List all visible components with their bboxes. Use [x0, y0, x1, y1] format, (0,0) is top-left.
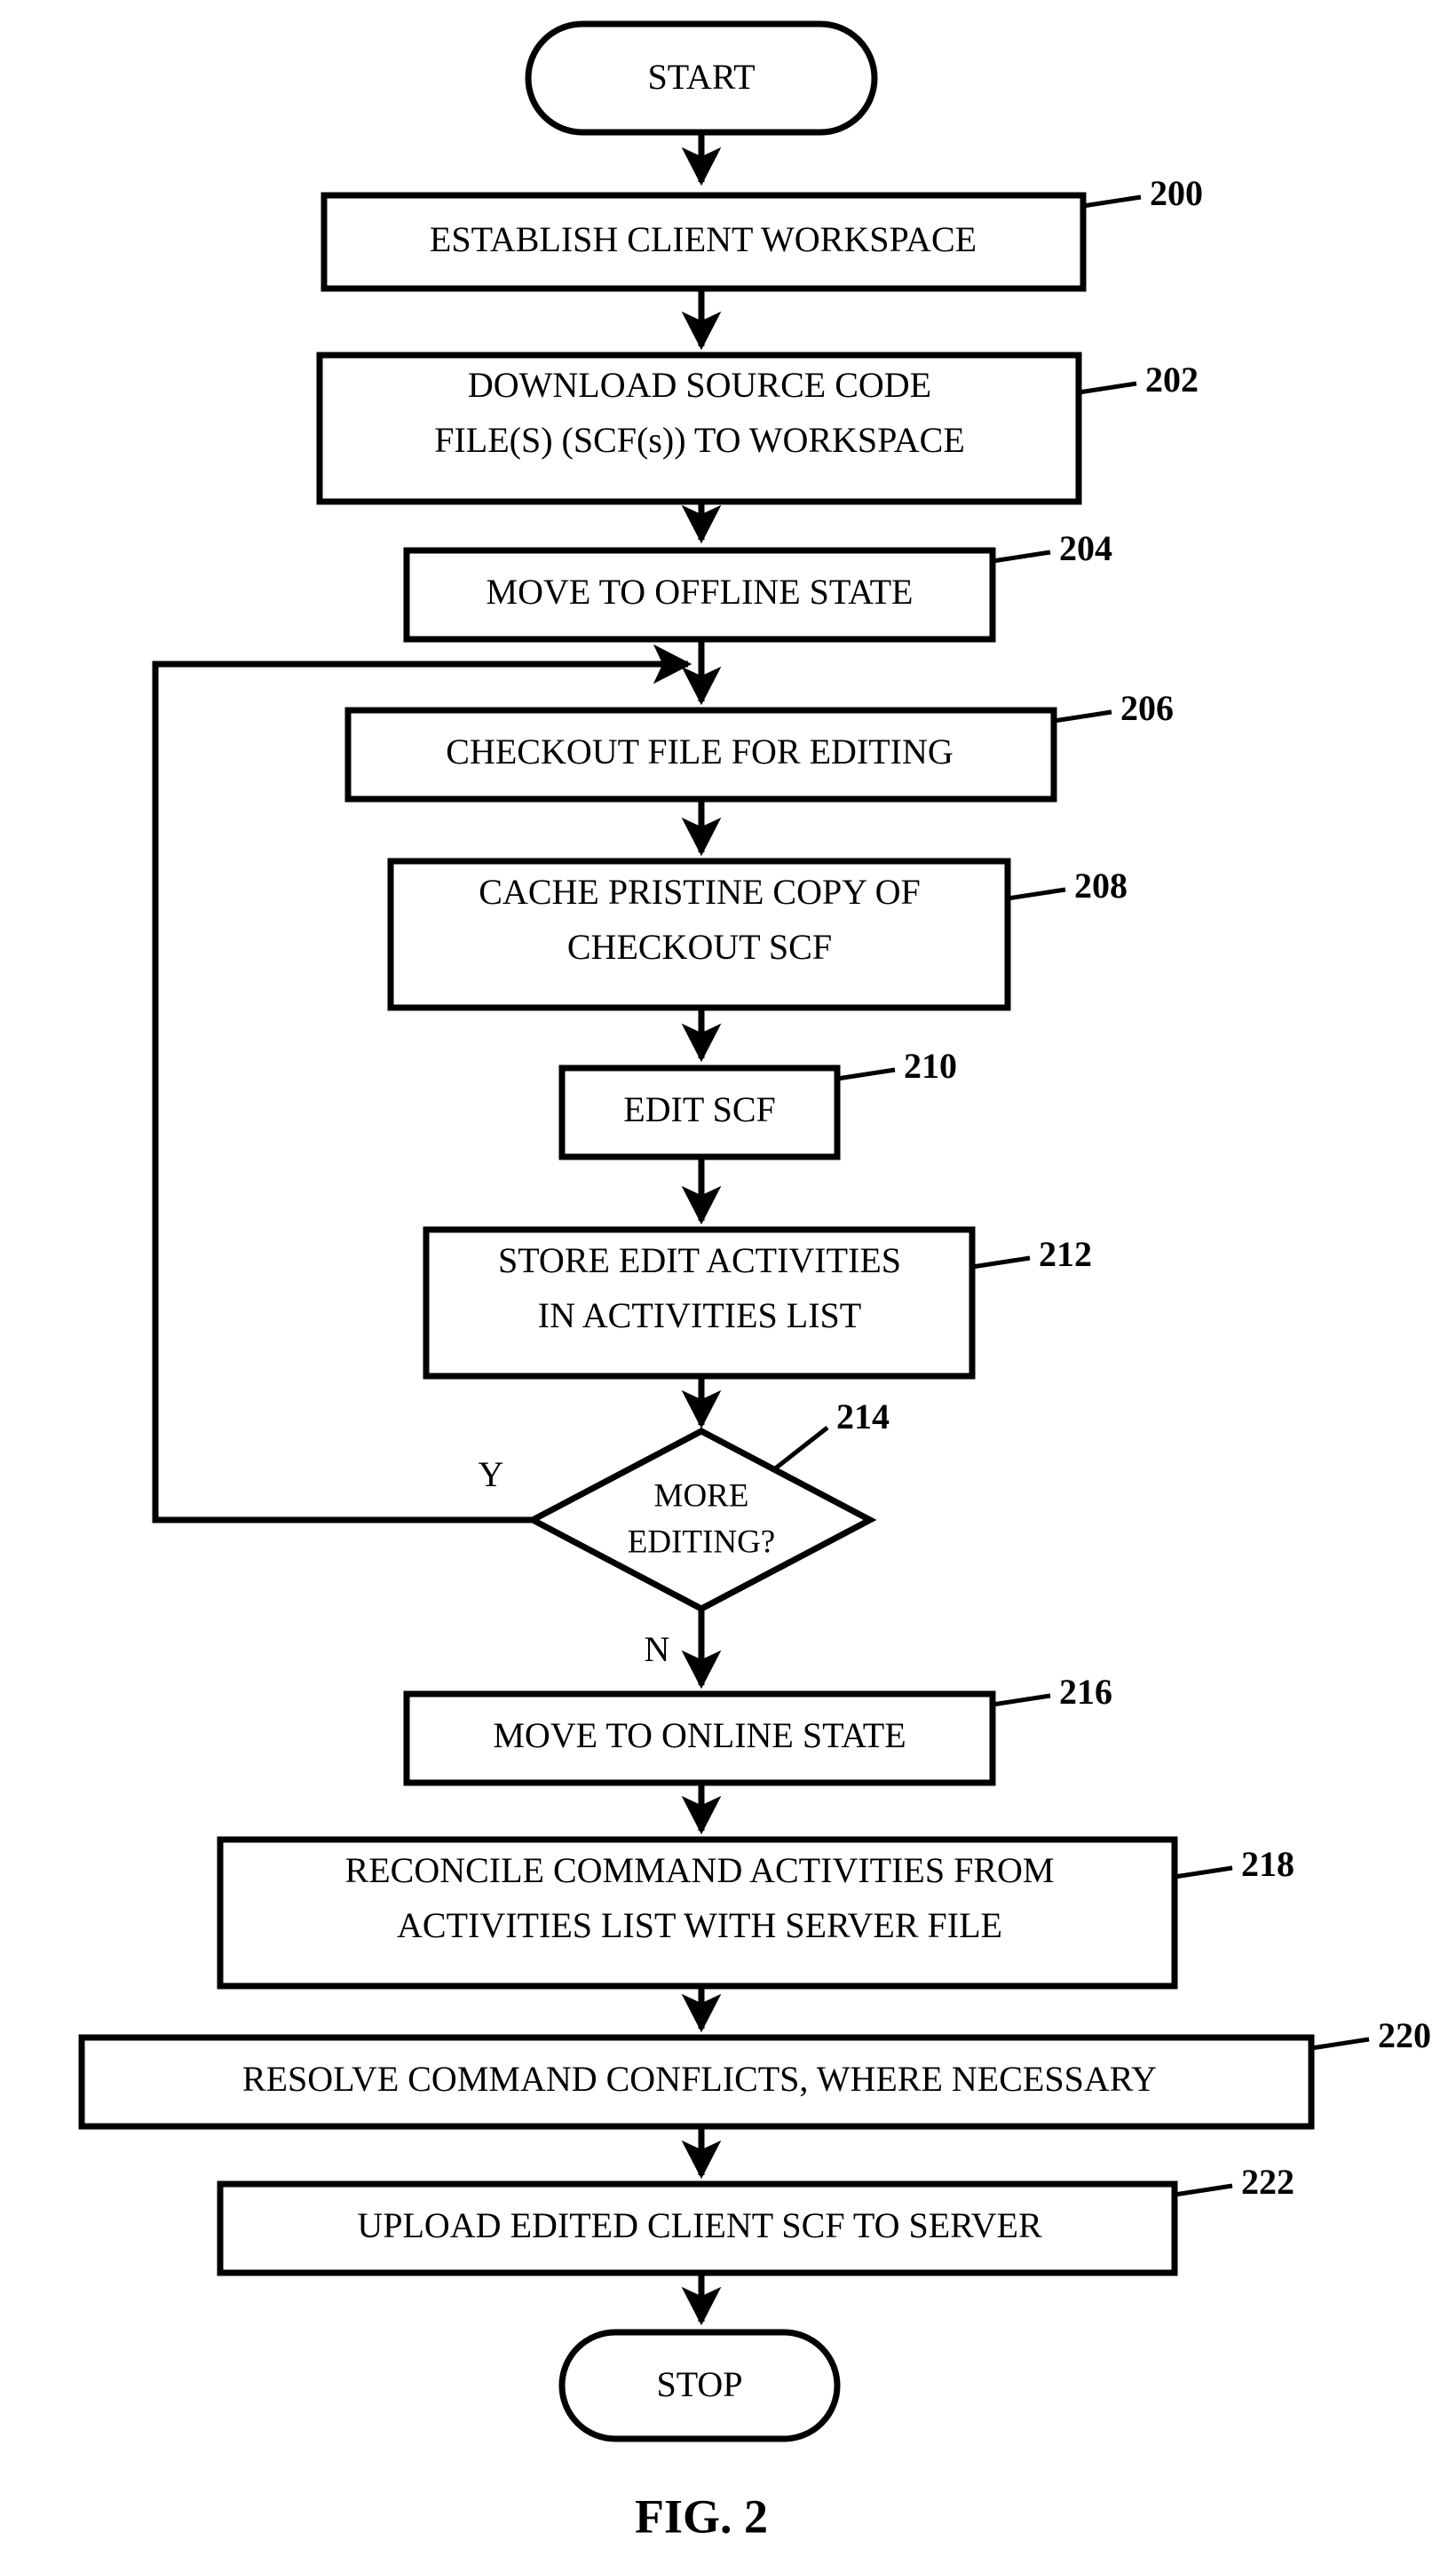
ref-number-210: 210 [904, 1046, 957, 1086]
branch-label-yes: Y [479, 1454, 504, 1494]
step212-label-line2: IN ACTIVITIES LIST [538, 1295, 861, 1335]
stop-label: STOP [656, 2364, 742, 2404]
leader-line-216 [992, 1693, 1051, 1707]
step210-label: EDIT SCF [623, 1089, 776, 1129]
leader-line-212 [971, 1255, 1031, 1270]
step204-label: MOVE TO OFFLINE STATE [487, 572, 914, 612]
ref-callout-222: 222 [1174, 2162, 1294, 2202]
step220-label: RESOLVE COMMAND CONFLICTS, WHERE NECESSA… [242, 2059, 1157, 2099]
node-step212: STORE EDIT ACTIVITIES IN ACTIVITIES LIST [423, 1226, 976, 1380]
ref-callout-200: 200 [1082, 173, 1203, 213]
node-step218: RECONCILE COMMAND ACTIVITIES FROM ACTIVI… [217, 1836, 1178, 1990]
ref-number-204: 204 [1059, 528, 1112, 568]
node-step208: CACHE PRISTINE COPY OF CHECKOUT SCF [387, 858, 1011, 1011]
ref-number-208: 208 [1074, 866, 1128, 906]
node-step214: MORE EDITING? [526, 1428, 877, 1612]
step216-label: MOVE TO ONLINE STATE [493, 1715, 906, 1755]
step222-label: UPLOAD EDITED CLIENT SCF TO SERVER [357, 2205, 1042, 2245]
node-step200: ESTABLISH CLIENT WORKSPACE [320, 192, 1087, 292]
step218-label-line2: ACTIVITIES LIST WITH SERVER FILE [397, 1905, 1002, 1945]
step208-label-line1: CACHE PRISTINE COPY OF [479, 872, 920, 912]
node-step206: CHECKOUT FILE FOR EDITING [344, 707, 1057, 803]
step200-label: ESTABLISH CLIENT WORKSPACE [430, 219, 977, 259]
ref-callout-216: 216 [992, 1672, 1112, 1712]
step202-label-line2: FILE(S) (SCF(s)) TO WORKSPACE [434, 420, 965, 460]
step214-label-line2: EDITING? [628, 1523, 775, 1560]
node-step216: MOVE TO ONLINE STATE [403, 1690, 996, 1786]
ref-number-222: 222 [1241, 2162, 1294, 2202]
leader-line-220 [1310, 2037, 1370, 2051]
ref-number-200: 200 [1150, 173, 1203, 213]
leader-line-204 [992, 550, 1051, 564]
node-start: START [525, 20, 878, 136]
flowchart-diagram: START ESTABLISH CLIENT WORKSPACE 200 DOW… [78, 20, 1431, 2543]
step202-label-line1: DOWNLOAD SOURCE CODE [468, 365, 931, 405]
leader-line-208 [1007, 887, 1066, 901]
start-label: START [647, 57, 755, 97]
node-step222: UPLOAD EDITED CLIENT SCF TO SERVER [217, 2180, 1178, 2276]
ref-callout-210: 210 [836, 1046, 957, 1086]
figure-caption: FIG. 2 [635, 2489, 768, 2543]
step212-label-line1: STORE EDIT ACTIVITIES [498, 1240, 901, 1280]
ref-callout-218: 218 [1174, 1844, 1294, 1884]
node-step204: MOVE TO OFFLINE STATE [403, 547, 996, 643]
leader-line-206 [1053, 709, 1112, 724]
step208-label-line2: CHECKOUT SCF [567, 927, 832, 967]
ref-number-212: 212 [1039, 1234, 1092, 1274]
leader-line-214 [772, 1426, 829, 1471]
ref-callout-204: 204 [992, 528, 1112, 568]
step214-label-line1: MORE [654, 1477, 749, 1514]
leader-line-200 [1082, 194, 1142, 209]
leader-line-222 [1174, 2183, 1233, 2197]
patent-figure: START ESTABLISH CLIENT WORKSPACE 200 DOW… [0, 0, 1456, 2564]
node-step220: RESOLVE COMMAND CONFLICTS, WHERE NECESSA… [78, 2034, 1315, 2130]
node-step202: DOWNLOAD SOURCE CODE FILE(S) (SCF(s)) TO… [316, 352, 1082, 505]
ref-callout-220: 220 [1310, 2015, 1431, 2055]
branch-label-no: N [645, 1629, 670, 1669]
ref-callout-214: 214 [772, 1397, 890, 1471]
leader-line-218 [1174, 1865, 1233, 1879]
leader-line-210 [836, 1067, 896, 1081]
leader-line-202 [1078, 381, 1137, 395]
step206-label: CHECKOUT FILE FOR EDITING [446, 732, 953, 772]
step218-label-line1: RECONCILE COMMAND ACTIVITIES FROM [345, 1850, 1055, 1890]
node-stop: STOP [558, 2329, 841, 2442]
ref-callout-212: 212 [971, 1234, 1092, 1274]
ref-number-216: 216 [1059, 1672, 1112, 1712]
node-step210: EDIT SCF [558, 1064, 841, 1160]
ref-callout-206: 206 [1053, 688, 1174, 728]
ref-number-218: 218 [1241, 1844, 1294, 1884]
ref-callout-208: 208 [1007, 866, 1128, 906]
ref-callout-202: 202 [1078, 360, 1199, 400]
step214-decision-shape [526, 1428, 877, 1612]
ref-number-202: 202 [1145, 360, 1199, 400]
ref-number-214: 214 [836, 1397, 890, 1436]
ref-number-220: 220 [1378, 2015, 1431, 2055]
ref-number-206: 206 [1120, 688, 1174, 728]
